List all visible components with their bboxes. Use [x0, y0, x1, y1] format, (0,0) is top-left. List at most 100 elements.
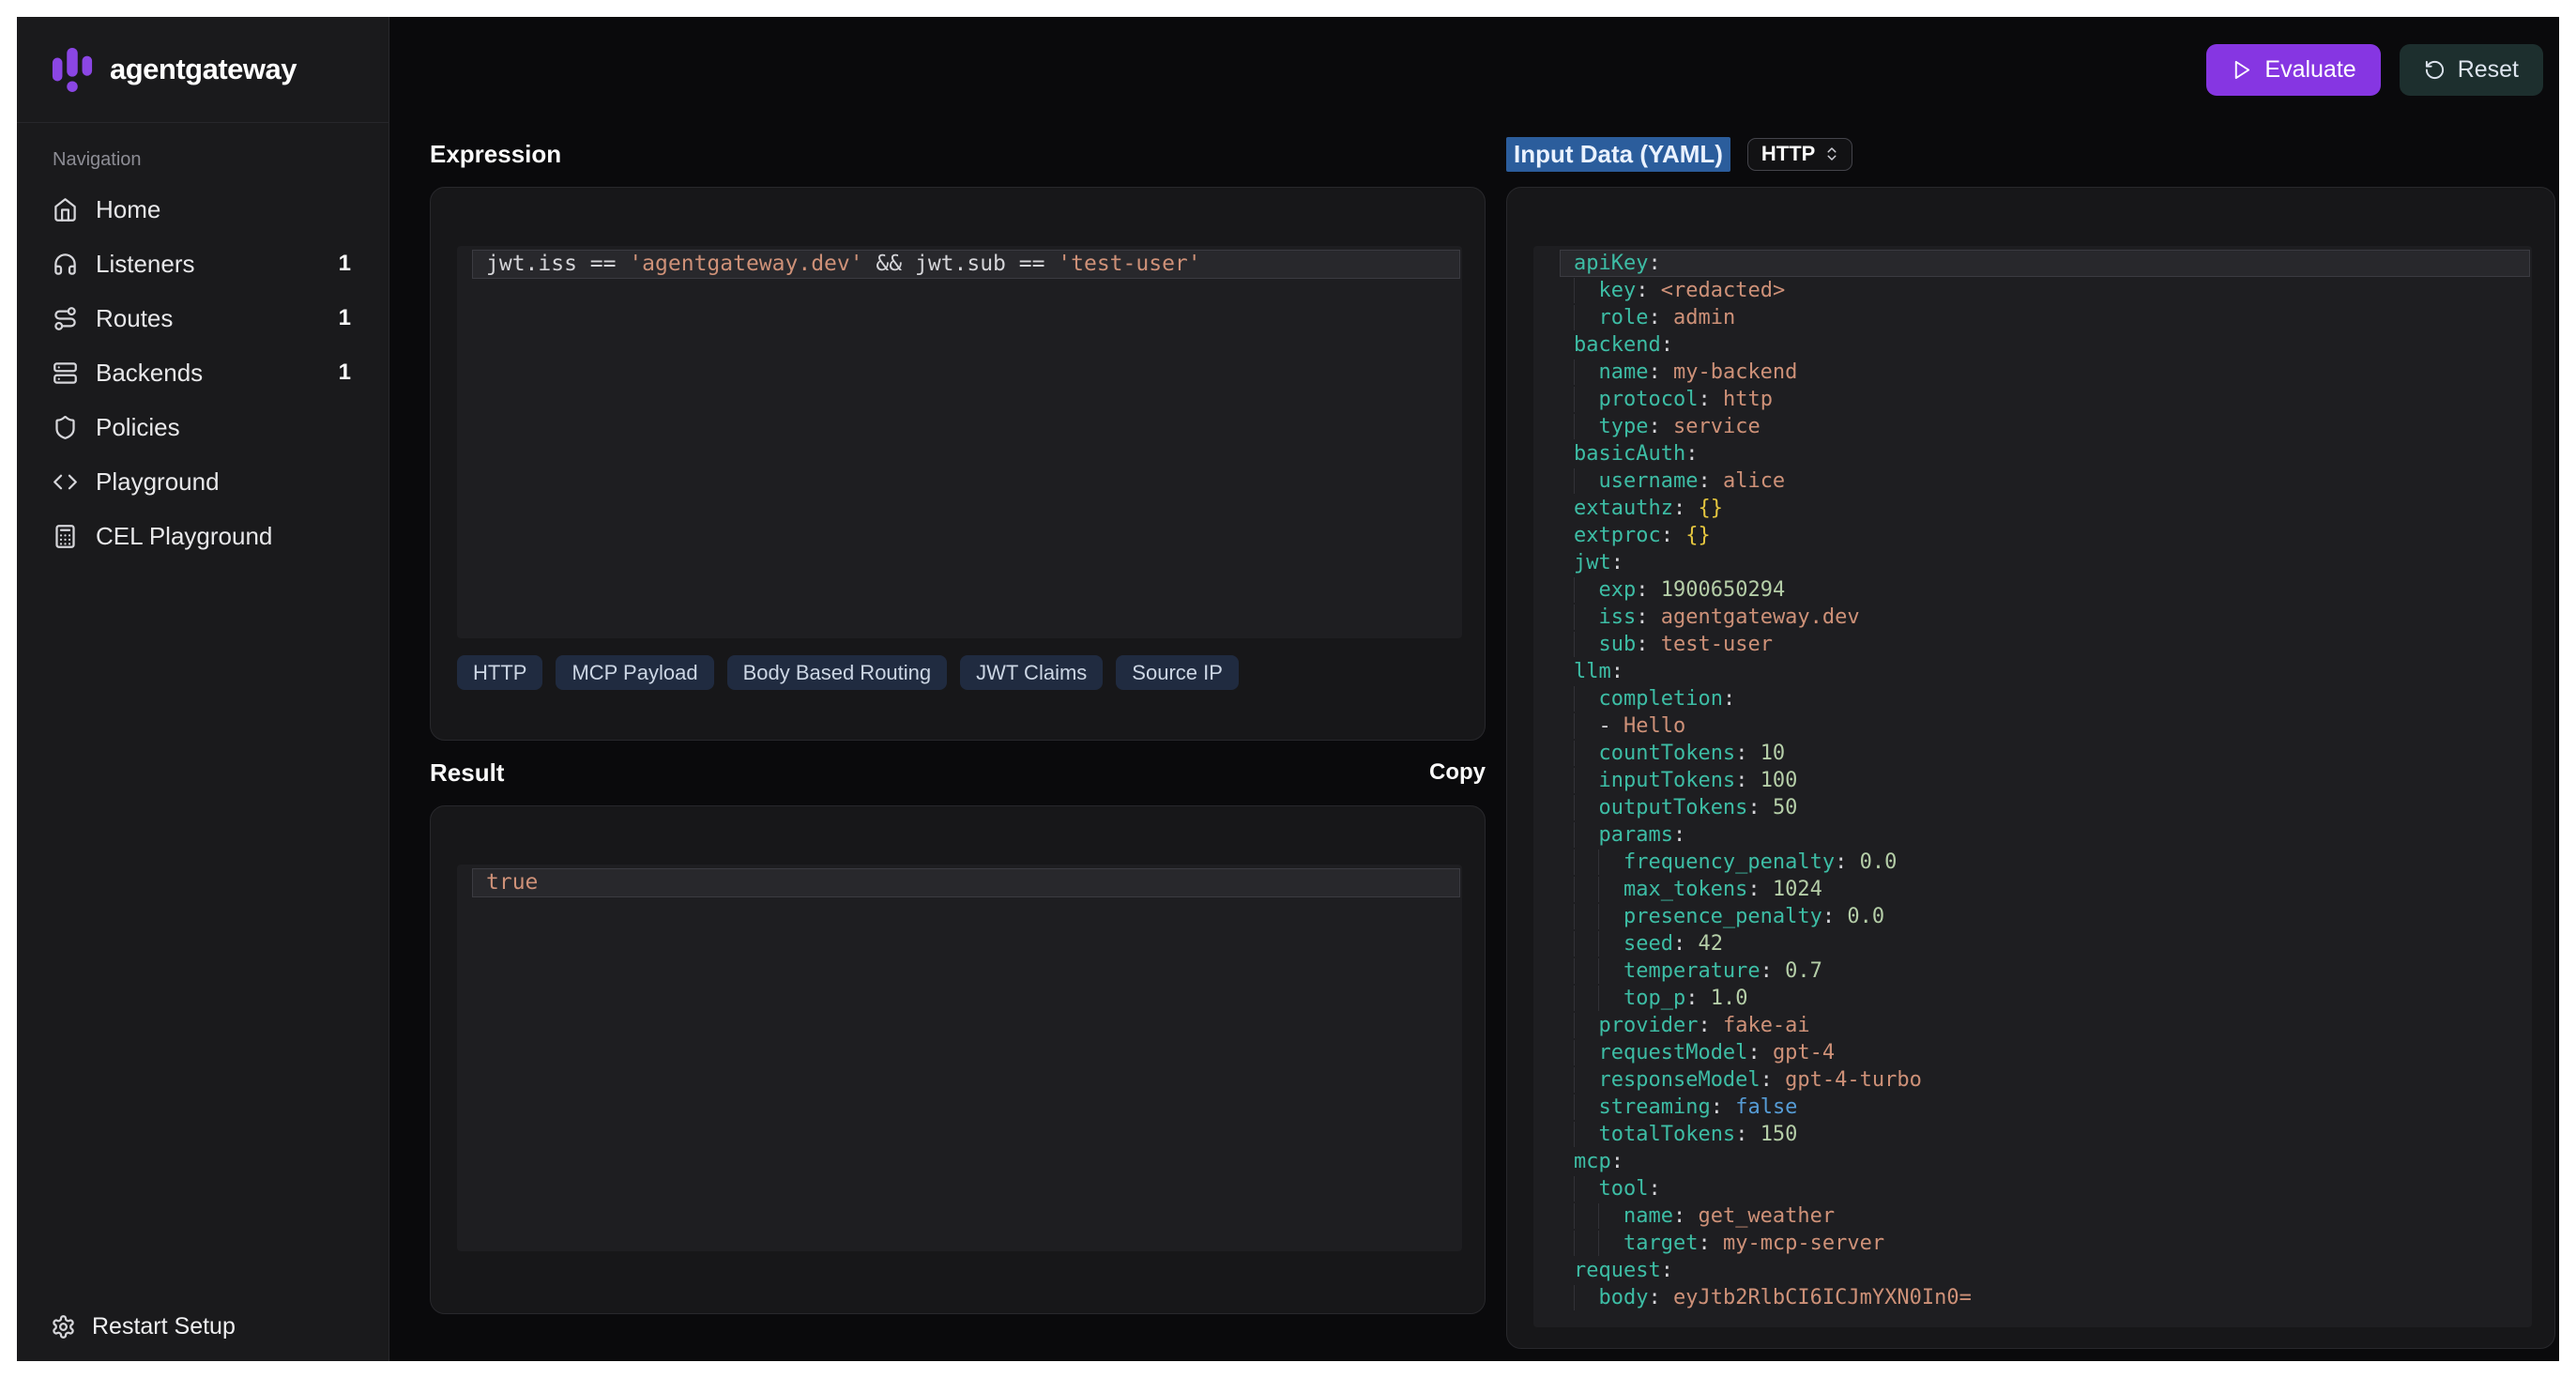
- yaml-line: max_tokens: 1024: [1560, 876, 2530, 903]
- indent-guide: [1574, 605, 1598, 630]
- tag-mcp-payload[interactable]: MCP Payload: [556, 655, 713, 690]
- yaml-line: jwt:: [1560, 549, 2530, 576]
- brand-header[interactable]: agentgateway: [17, 17, 389, 123]
- yaml-line: basicAuth:: [1560, 440, 2530, 467]
- tag-http[interactable]: HTTP: [457, 655, 542, 690]
- indent-guide: [1574, 1203, 1598, 1229]
- right-column: Input Data (YAML) HTTP apiKey:key: <reda…: [1506, 122, 2555, 1361]
- indent-guide: [1598, 1231, 1623, 1256]
- yaml-line: inputTokens: 100: [1560, 767, 2530, 794]
- indent-guide: [1574, 1067, 1598, 1093]
- indent-guide: [1574, 1040, 1598, 1065]
- indent-guide: [1574, 904, 1598, 929]
- indent-guide: [1574, 877, 1598, 902]
- yaml-line: tool:: [1560, 1175, 2530, 1202]
- yaml-line: protocol: http: [1560, 386, 2530, 413]
- sidebar-nav: HomeListeners1Routes1Backends1PoliciesPl…: [17, 182, 389, 563]
- yaml-line: request:: [1560, 1257, 2530, 1284]
- copy-button[interactable]: Copy: [1429, 759, 1486, 786]
- yaml-line: body: eyJtb2RlbCI6ICJmYXN0In0=: [1560, 1284, 2530, 1311]
- restart-setup-button[interactable]: Restart Setup: [17, 1292, 389, 1361]
- tag-body-based-routing[interactable]: Body Based Routing: [727, 655, 948, 690]
- sidebar-item-label: Playground: [96, 467, 220, 497]
- indent-guide: [1574, 577, 1598, 603]
- sidebar-item-backends[interactable]: Backends1: [17, 345, 389, 400]
- sidebar-item-policies[interactable]: Policies: [17, 400, 389, 454]
- indent-guide: [1574, 768, 1598, 793]
- calculator-icon: [53, 524, 78, 549]
- input-data-panel: apiKey:key: <redacted>role: adminbackend…: [1506, 187, 2555, 1349]
- yaml-line: countTokens: 10: [1560, 740, 2530, 767]
- expression-header: Expression: [430, 135, 1486, 173]
- indent-guide: [1574, 850, 1598, 875]
- yaml-line: params:: [1560, 821, 2530, 849]
- indent-guide: [1574, 1285, 1598, 1310]
- yaml-line: - Hello: [1560, 712, 2530, 740]
- yaml-line: name: get_weather: [1560, 1202, 2530, 1230]
- gear-icon: [51, 1314, 76, 1340]
- yaml-line: top_p: 1.0: [1560, 985, 2530, 1012]
- yaml-line: iss: agentgateway.dev: [1560, 604, 2530, 631]
- restart-setup-label: Restart Setup: [92, 1313, 236, 1340]
- sidebar-item-label: Policies: [96, 413, 180, 442]
- indent-guide: [1574, 1176, 1598, 1202]
- result-value-line: true: [472, 868, 1460, 897]
- yaml-line: temperature: 0.7: [1560, 957, 2530, 985]
- sidebar-item-count: 1: [339, 360, 351, 386]
- indent-guide: [1598, 1203, 1623, 1229]
- shield-icon: [53, 415, 78, 440]
- sidebar-item-label: Routes: [96, 304, 173, 333]
- app-window: agentgateway Navigation HomeListeners1Ro…: [17, 17, 2559, 1361]
- yaml-line: provider: fake-ai: [1560, 1012, 2530, 1039]
- yaml-line: apiKey:: [1560, 250, 2530, 277]
- indent-guide: [1574, 986, 1598, 1011]
- indent-guide: [1574, 822, 1598, 848]
- indent-guide: [1598, 931, 1623, 957]
- expression-code-line[interactable]: jwt.iss == 'agentgateway.dev' && jwt.sub…: [472, 250, 1460, 279]
- input-type-select[interactable]: HTTP: [1747, 138, 1852, 171]
- indent-guide: [1574, 958, 1598, 984]
- yaml-line: target: my-mcp-server: [1560, 1230, 2530, 1257]
- sidebar-item-listeners[interactable]: Listeners1: [17, 237, 389, 291]
- yaml-line: mcp:: [1560, 1148, 2530, 1175]
- yaml-line: completion:: [1560, 685, 2530, 712]
- sidebar-item-cel-playground[interactable]: CEL Playground: [17, 509, 389, 563]
- left-column: Expression jwt.iss == 'agentgateway.dev'…: [430, 122, 1486, 1361]
- play-icon: [2231, 59, 2252, 81]
- yaml-line: name: my-backend: [1560, 359, 2530, 386]
- server-icon: [53, 360, 78, 386]
- tag-source-ip[interactable]: Source IP: [1116, 655, 1239, 690]
- indent-guide: [1598, 877, 1623, 902]
- indent-guide: [1574, 1231, 1598, 1256]
- reset-button[interactable]: Reset: [2400, 44, 2543, 96]
- indent-guide: [1574, 686, 1598, 712]
- home-icon: [53, 197, 78, 222]
- sidebar: agentgateway Navigation HomeListeners1Ro…: [17, 17, 389, 1361]
- yaml-line: extauthz: {}: [1560, 495, 2530, 522]
- content: Expression jwt.iss == 'agentgateway.dev'…: [389, 122, 2559, 1361]
- evaluate-button[interactable]: Evaluate: [2206, 44, 2380, 96]
- code-icon: [53, 469, 78, 495]
- sidebar-item-count: 1: [339, 305, 351, 331]
- sidebar-item-playground[interactable]: Playground: [17, 454, 389, 509]
- yaml-line: extproc: {}: [1560, 522, 2530, 549]
- result-viewer[interactable]: true: [457, 865, 1462, 1251]
- yaml-editor[interactable]: apiKey:key: <redacted>role: adminbackend…: [1533, 246, 2532, 1327]
- yaml-line: requestModel: gpt-4: [1560, 1039, 2530, 1066]
- indent-guide: [1598, 850, 1623, 875]
- yaml-line: role: admin: [1560, 304, 2530, 331]
- main-area: Evaluate Reset Expression jwt.iss == 'ag…: [389, 17, 2559, 1361]
- yaml-line: totalTokens: 150: [1560, 1121, 2530, 1148]
- expression-editor[interactable]: jwt.iss == 'agentgateway.dev' && jwt.sub…: [457, 246, 1462, 638]
- input-type-selected-value: HTTP: [1761, 142, 1815, 166]
- yaml-line: exp: 1900650294: [1560, 576, 2530, 604]
- sidebar-item-home[interactable]: Home: [17, 182, 389, 237]
- yaml-line: outputTokens: 50: [1560, 794, 2530, 821]
- sidebar-item-routes[interactable]: Routes 1: [17, 291, 389, 345]
- tag-jwt-claims[interactable]: JWT Claims: [960, 655, 1103, 690]
- indent-guide: [1574, 931, 1598, 957]
- indent-guide: [1574, 795, 1598, 820]
- result-header: Result Copy: [430, 754, 1486, 791]
- yaml-line: streaming: false: [1560, 1094, 2530, 1121]
- result-panel: true: [430, 805, 1486, 1314]
